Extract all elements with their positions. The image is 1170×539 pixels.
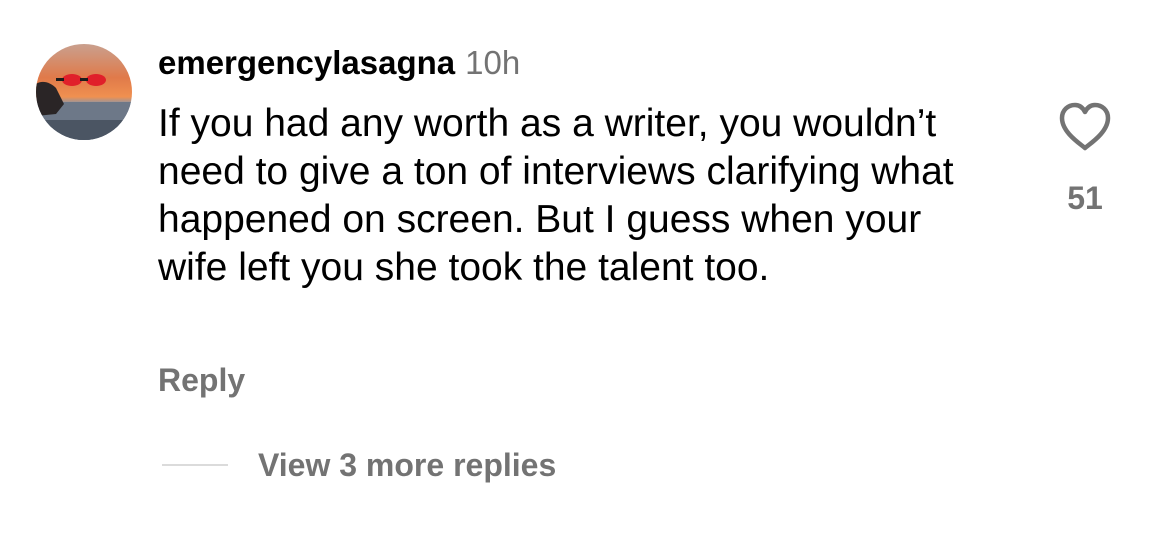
avatar[interactable]	[36, 44, 132, 140]
heart-icon[interactable]	[1057, 100, 1113, 154]
like-count: 51	[1067, 180, 1103, 216]
comment-header: emergencylasagna 10h	[158, 44, 520, 92]
view-replies-button[interactable]: View 3 more replies	[162, 443, 556, 487]
view-replies-label: View 3 more replies	[258, 446, 557, 483]
username[interactable]: emergencylasagna	[158, 44, 455, 82]
like-area: 51	[1040, 100, 1130, 217]
avatar-image	[36, 44, 132, 140]
replies-divider	[162, 464, 228, 466]
timestamp: 10h	[465, 44, 521, 81]
comment-text: If you had any worth as a writer, you wo…	[158, 102, 954, 289]
reply-button[interactable]: Reply	[158, 362, 245, 399]
comment: emergencylasagna 10h If you had any wort…	[0, 0, 1170, 539]
